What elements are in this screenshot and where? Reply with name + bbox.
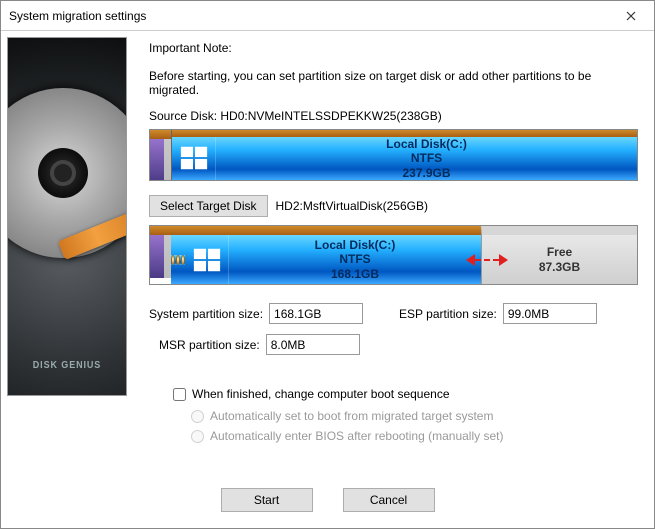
- target-stub-partitions: [150, 226, 171, 284]
- titlebar: System migration settings: [1, 1, 654, 31]
- target-select-row: Select Target Disk HD2:MsftVirtualDisk(2…: [149, 195, 638, 217]
- important-note-heading: Important Note:: [149, 41, 638, 55]
- brand-text: DISK GENIUS: [14, 360, 120, 371]
- start-button[interactable]: Start: [221, 488, 313, 512]
- sidebar-image: DISK GENIUS: [7, 37, 127, 396]
- source-disk-value: HD0:NVMeINTELSSDPEKKW25(238GB): [220, 109, 441, 123]
- target-part-size: 168.1GB: [229, 267, 481, 281]
- boot-auto-radio: [191, 410, 204, 423]
- select-target-disk-button[interactable]: Select Target Disk: [149, 195, 268, 217]
- resize-arrow-icon: [466, 254, 508, 266]
- footer: Start Cancel: [1, 478, 654, 528]
- partition-size-row2: MSR partition size:: [149, 334, 638, 355]
- source-part-fs: NTFS: [216, 151, 637, 165]
- target-part-fs: NTFS: [229, 252, 481, 266]
- cancel-button[interactable]: Cancel: [343, 488, 435, 512]
- boot-bios-radio: [191, 430, 204, 443]
- boot-bios-label: Automatically enter BIOS after rebooting…: [210, 429, 503, 443]
- boot-options: When finished, change computer boot sequ…: [173, 387, 638, 449]
- system-size-input[interactable]: [269, 303, 363, 324]
- esp-size-input[interactable]: [503, 303, 597, 324]
- close-button[interactable]: [608, 1, 654, 31]
- source-disk-bar: Local Disk(C:) NTFS 237.9GB: [149, 129, 638, 181]
- source-disk-prefix: Source Disk:: [149, 109, 220, 123]
- main-panel: Important Note: Before starting, you can…: [133, 37, 648, 472]
- source-partition-c: Local Disk(C:) NTFS 237.9GB: [171, 130, 637, 180]
- system-size-label: System partition size:: [149, 307, 263, 321]
- free-label-text: Free: [539, 245, 580, 259]
- change-boot-sequence-checkbox[interactable]: [173, 388, 186, 401]
- free-size-text: 87.3GB: [539, 260, 580, 274]
- dialog-body: DISK GENIUS Important Note: Before start…: [1, 31, 654, 478]
- windows-logo-icon: [185, 235, 229, 284]
- target-disk-bar: Local Disk(C:) NTFS 168.1GB Free 87.3GB: [149, 225, 638, 285]
- source-disk-line: Source Disk: HD0:NVMeINTELSSDPEKKW25(238…: [149, 109, 638, 123]
- note-description: Before starting, you can set partition s…: [149, 69, 638, 97]
- msr-size-label: MSR partition size:: [159, 338, 260, 352]
- target-disk-value: HD2:MsftVirtualDisk(256GB): [276, 199, 428, 213]
- free-space-region[interactable]: Free 87.3GB: [481, 226, 637, 284]
- window-title: System migration settings: [9, 9, 146, 23]
- resize-handle-left[interactable]: [171, 255, 185, 265]
- partition-size-row1: System partition size: ESP partition siz…: [149, 303, 638, 324]
- close-icon: [626, 11, 636, 21]
- msr-size-input[interactable]: [266, 334, 360, 355]
- change-boot-sequence-label: When finished, change computer boot sequ…: [192, 387, 450, 401]
- target-partition-label: Local Disk(C:) NTFS 168.1GB: [229, 238, 481, 281]
- dialog-window: System migration settings DISK GENIUS Im…: [0, 0, 655, 529]
- target-part-name: Local Disk(C:): [229, 238, 481, 252]
- source-partition-label: Local Disk(C:) NTFS 237.9GB: [216, 137, 637, 180]
- windows-logo-icon: [172, 137, 216, 180]
- target-partition-c[interactable]: Local Disk(C:) NTFS 168.1GB: [171, 226, 481, 284]
- source-part-size: 237.9GB: [216, 166, 637, 180]
- boot-auto-label: Automatically set to boot from migrated …: [210, 409, 493, 423]
- source-part-name: Local Disk(C:): [216, 137, 637, 151]
- esp-size-label: ESP partition size:: [399, 307, 497, 321]
- source-stub-partitions: [150, 130, 171, 180]
